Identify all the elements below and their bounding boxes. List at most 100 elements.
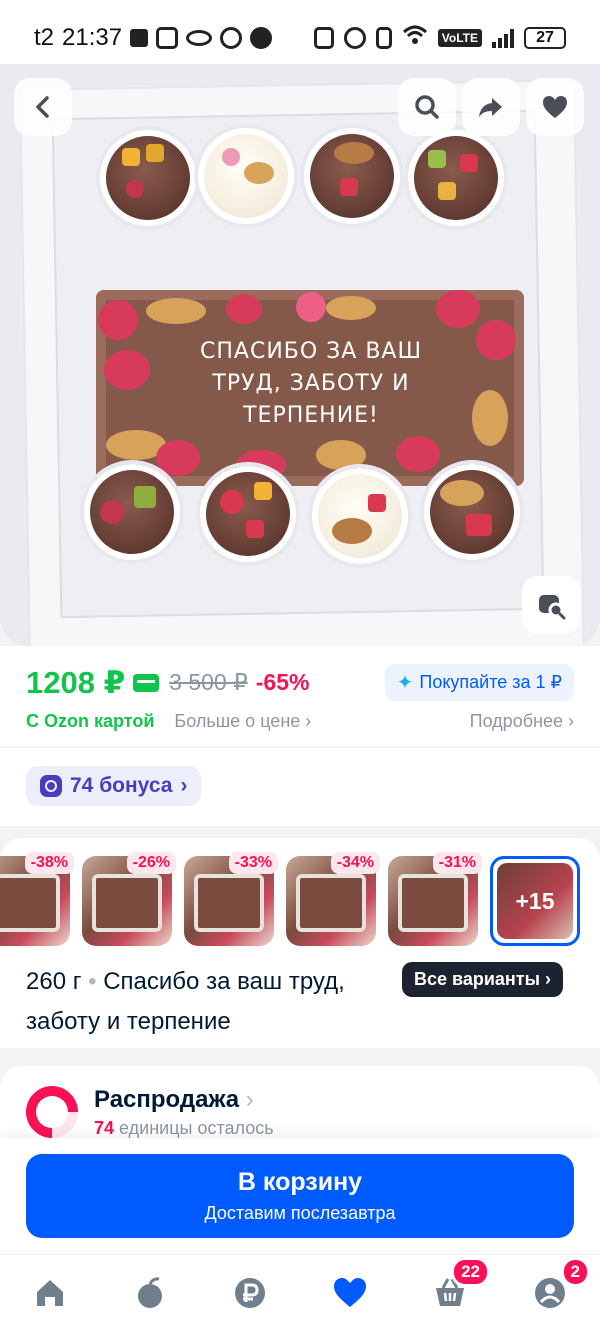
nfc-icon [313, 27, 334, 49]
variant-thumbnail[interactable]: -34% [286, 852, 380, 946]
discount-badge: -26% [126, 852, 176, 874]
all-variants-button[interactable]: Все варианты › [402, 962, 564, 997]
image-search-icon [539, 595, 566, 620]
search-button[interactable] [398, 78, 456, 136]
more-variants-thumbnail[interactable]: +15 [490, 856, 580, 946]
plate-inscription: СПАСИБО ЗА ВАШ ТРУД, ЗАБОТУ И ТЕРПЕНИЕ! [156, 336, 466, 432]
profile-count-badge: 2 [560, 1257, 590, 1287]
bonus-section: 74 бонуса › [0, 748, 600, 826]
wifi-icon [402, 24, 428, 53]
current-price: 1208 ₽ [26, 664, 126, 700]
back-icon [36, 96, 49, 118]
home-icon [37, 1280, 63, 1306]
battery-indicator: 27 [524, 27, 566, 49]
chevron-right-icon: › [245, 1086, 254, 1113]
bonus-label: 74 бонуса [70, 774, 173, 797]
image-search-button[interactable] [522, 576, 580, 634]
candy [424, 464, 520, 560]
variant-thumbnail[interactable]: -31% [388, 852, 482, 946]
discount-badge: -65% [255, 669, 310, 695]
candy [408, 130, 504, 226]
carrier-label: t2 [34, 24, 55, 51]
variants-section: -38% -26% -33% -34% -31% +15 260 г • Спа… [0, 838, 600, 1048]
chocolate-plate: СПАСИБО ЗА ВАШ ТРУД, ЗАБОТУ И ТЕРПЕНИЕ! [96, 290, 524, 486]
more-about-price-label: Больше о цене [174, 711, 301, 731]
telegram-icon [130, 29, 149, 47]
variant-thumbnails: -38% -26% -33% -34% -31% +15 [0, 852, 580, 946]
share-icon [479, 98, 502, 117]
tab-finance[interactable] [220, 1263, 280, 1323]
chevron-right-icon: › [568, 711, 574, 731]
tab-bar: 22 2 [0, 1254, 600, 1331]
details-label: Подробнее [469, 711, 563, 731]
favorites-icon [334, 1278, 366, 1307]
target-icon [220, 27, 243, 49]
variant-title: 260 г • Спасибо за ваш труд, заботу и те… [26, 962, 396, 1042]
chevron-right-icon: › [545, 969, 552, 989]
candy [100, 130, 196, 226]
variant-thumbnail[interactable]: -38% [0, 852, 74, 946]
vibrate-icon [375, 27, 392, 49]
add-to-cart-label: В корзину [237, 1168, 363, 1196]
favorite-button[interactable] [526, 78, 584, 136]
candy [84, 464, 180, 560]
chevron-right-icon: › [305, 711, 312, 731]
candy [200, 466, 296, 562]
ozon-card-label: С Ozon картой [26, 711, 155, 731]
signal-icon [492, 28, 514, 48]
add-to-cart-button[interactable]: В корзину Доставим послезавтра [26, 1154, 574, 1238]
inscription-line: ТРУД, ЗАБОТУ И [212, 371, 410, 396]
tab-cart[interactable]: 22 [420, 1257, 490, 1323]
alarm-icon [343, 27, 366, 49]
price-section: 1208 ₽ 3 500 ₽ -65% ✦ Покупайте за 1 ₽ С… [0, 646, 600, 746]
old-price: 3 500 ₽ [169, 669, 248, 695]
delivery-label: Доставим послезавтра [204, 1203, 396, 1223]
variant-weight: 260 г [26, 968, 82, 995]
fresh-icon [138, 1277, 162, 1308]
app-icon [156, 27, 179, 49]
chevron-right-icon: › [180, 774, 188, 797]
heart-icon [543, 96, 567, 118]
bonus-icon [40, 775, 62, 797]
bonus-button[interactable]: 74 бонуса › [26, 766, 202, 806]
back-button[interactable] [14, 78, 72, 136]
all-variants-label: Все варианты [414, 969, 540, 989]
candy [198, 128, 294, 224]
separator: • [88, 968, 97, 995]
oval-app-icon [186, 30, 213, 46]
volte-badge: VoLTE [437, 29, 482, 47]
sparkle-icon: ✦ [396, 672, 414, 694]
discount-badge: -34% [330, 852, 380, 874]
variant-thumbnail[interactable]: -33% [184, 852, 278, 946]
more-variants-count: +15 [497, 863, 573, 939]
discount-badge: -33% [228, 852, 278, 874]
wb-icon [250, 27, 273, 49]
search-icon [415, 95, 439, 119]
sale-title: Распродажа [94, 1086, 240, 1113]
share-button[interactable] [462, 78, 520, 136]
inscription-line: ТЕРПЕНИЕ! [243, 403, 379, 428]
cart-sheet: В корзину Доставим послезавтра [0, 1138, 600, 1254]
more-about-price-link[interactable]: Больше о цене › [174, 711, 311, 732]
remaining-label: единицы осталось [119, 1118, 274, 1138]
ruble-icon [235, 1278, 265, 1308]
cart-count-badge: 22 [451, 1257, 490, 1287]
buy-for-1-label: Покупайте за 1 ₽ [419, 672, 562, 692]
inscription-line: СПАСИБО ЗА ВАШ [200, 339, 422, 364]
clock: 21:37 [62, 24, 123, 51]
tab-fresh[interactable] [120, 1263, 180, 1323]
discount-badge: -31% [432, 852, 482, 874]
variant-thumbnail[interactable]: -26% [82, 852, 176, 946]
buy-for-1-button[interactable]: ✦ Покупайте за 1 ₽ [384, 664, 574, 701]
tab-profile[interactable]: 2 [520, 1257, 590, 1323]
product-image[interactable]: СПАСИБО ЗА ВАШ ТРУД, ЗАБОТУ И ТЕРПЕНИЕ! [0, 64, 600, 646]
tab-home[interactable] [20, 1263, 80, 1323]
ozon-card-icon [133, 673, 160, 692]
sale-section[interactable]: Распродажа › 74 единицы осталось [0, 1066, 600, 1149]
discount-badge: -38% [24, 852, 74, 874]
candy [304, 128, 400, 224]
tab-favorites[interactable] [320, 1263, 380, 1323]
remaining-count: 74 [94, 1118, 115, 1138]
candy [312, 468, 408, 564]
details-link[interactable]: Подробнее › [470, 711, 574, 732]
